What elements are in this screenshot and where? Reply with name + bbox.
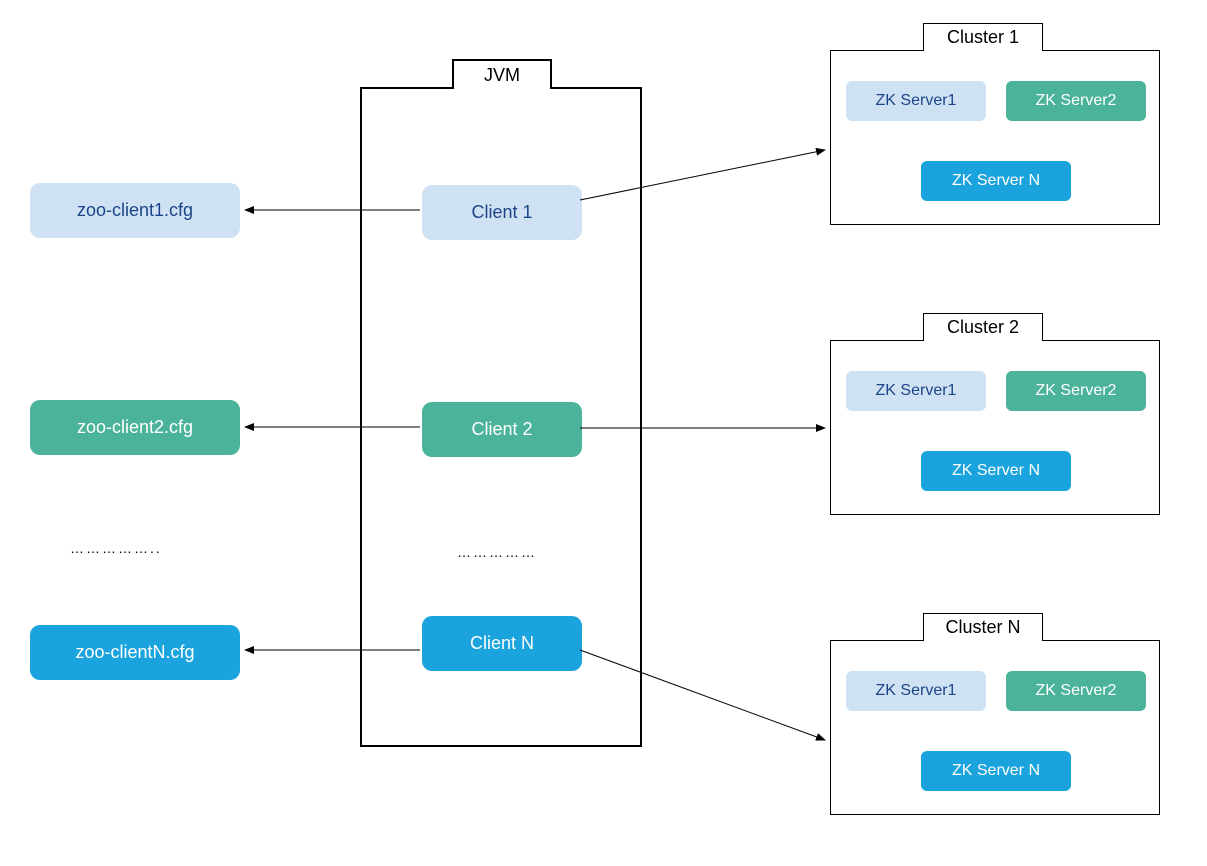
cluster-2-server-n: ZK Server N bbox=[921, 451, 1071, 491]
cluster-1: Cluster 1 ZK Server1 ZK Server2 ZK Serve… bbox=[830, 50, 1160, 225]
jvm-label: JVM bbox=[484, 65, 520, 86]
cluster-1-server-n: ZK Server N bbox=[921, 161, 1071, 201]
cluster-n-label: Cluster N bbox=[945, 617, 1020, 638]
cluster-n-server-2: ZK Server2 bbox=[1006, 671, 1146, 711]
cluster-2: Cluster 2 ZK Server1 ZK Server2 ZK Serve… bbox=[830, 340, 1160, 515]
cluster-1-server-1-label: ZK Server1 bbox=[876, 92, 957, 110]
cluster-n-server-2-label: ZK Server2 bbox=[1036, 682, 1117, 700]
client-n-label: Client N bbox=[470, 633, 534, 654]
cluster-2-tab: Cluster 2 bbox=[923, 313, 1043, 341]
config-file-n-label: zoo-clientN.cfg bbox=[75, 642, 194, 663]
cluster-1-tab: Cluster 1 bbox=[923, 23, 1043, 51]
cluster-2-label: Cluster 2 bbox=[947, 317, 1019, 338]
configs-ellipsis: …………….. bbox=[70, 540, 162, 556]
cluster-n: Cluster N ZK Server1 ZK Server2 ZK Serve… bbox=[830, 640, 1160, 815]
cluster-n-server-1: ZK Server1 bbox=[846, 671, 986, 711]
config-file-2: zoo-client2.cfg bbox=[30, 400, 240, 455]
cluster-1-server-n-label: ZK Server N bbox=[952, 172, 1040, 190]
client-1-label: Client 1 bbox=[471, 202, 532, 223]
cluster-1-server-1: ZK Server1 bbox=[846, 81, 986, 121]
cluster-2-server-n-label: ZK Server N bbox=[952, 462, 1040, 480]
client-2: Client 2 bbox=[422, 402, 582, 457]
cluster-2-server-1: ZK Server1 bbox=[846, 371, 986, 411]
cluster-2-server-1-label: ZK Server1 bbox=[876, 382, 957, 400]
cluster-2-server-2: ZK Server2 bbox=[1006, 371, 1146, 411]
client-n: Client N bbox=[422, 616, 582, 671]
cluster-n-server-n: ZK Server N bbox=[921, 751, 1071, 791]
cluster-1-server-2: ZK Server2 bbox=[1006, 81, 1146, 121]
cluster-2-server-2-label: ZK Server2 bbox=[1036, 382, 1117, 400]
cluster-n-tab: Cluster N bbox=[923, 613, 1043, 641]
cluster-n-server-1-label: ZK Server1 bbox=[876, 682, 957, 700]
client-1: Client 1 bbox=[422, 185, 582, 240]
config-file-1: zoo-client1.cfg bbox=[30, 183, 240, 238]
cluster-1-server-2-label: ZK Server2 bbox=[1036, 92, 1117, 110]
client-2-label: Client 2 bbox=[471, 419, 532, 440]
config-file-n: zoo-clientN.cfg bbox=[30, 625, 240, 680]
cluster-n-server-n-label: ZK Server N bbox=[952, 762, 1040, 780]
jvm-ellipsis: …………… bbox=[457, 544, 537, 560]
config-file-2-label: zoo-client2.cfg bbox=[77, 417, 193, 438]
jvm-container: JVM Client 1 Client 2 …………… Client N bbox=[360, 87, 642, 747]
cluster-1-label: Cluster 1 bbox=[947, 27, 1019, 48]
jvm-label-tab: JVM bbox=[452, 59, 552, 89]
config-file-1-label: zoo-client1.cfg bbox=[77, 200, 193, 221]
